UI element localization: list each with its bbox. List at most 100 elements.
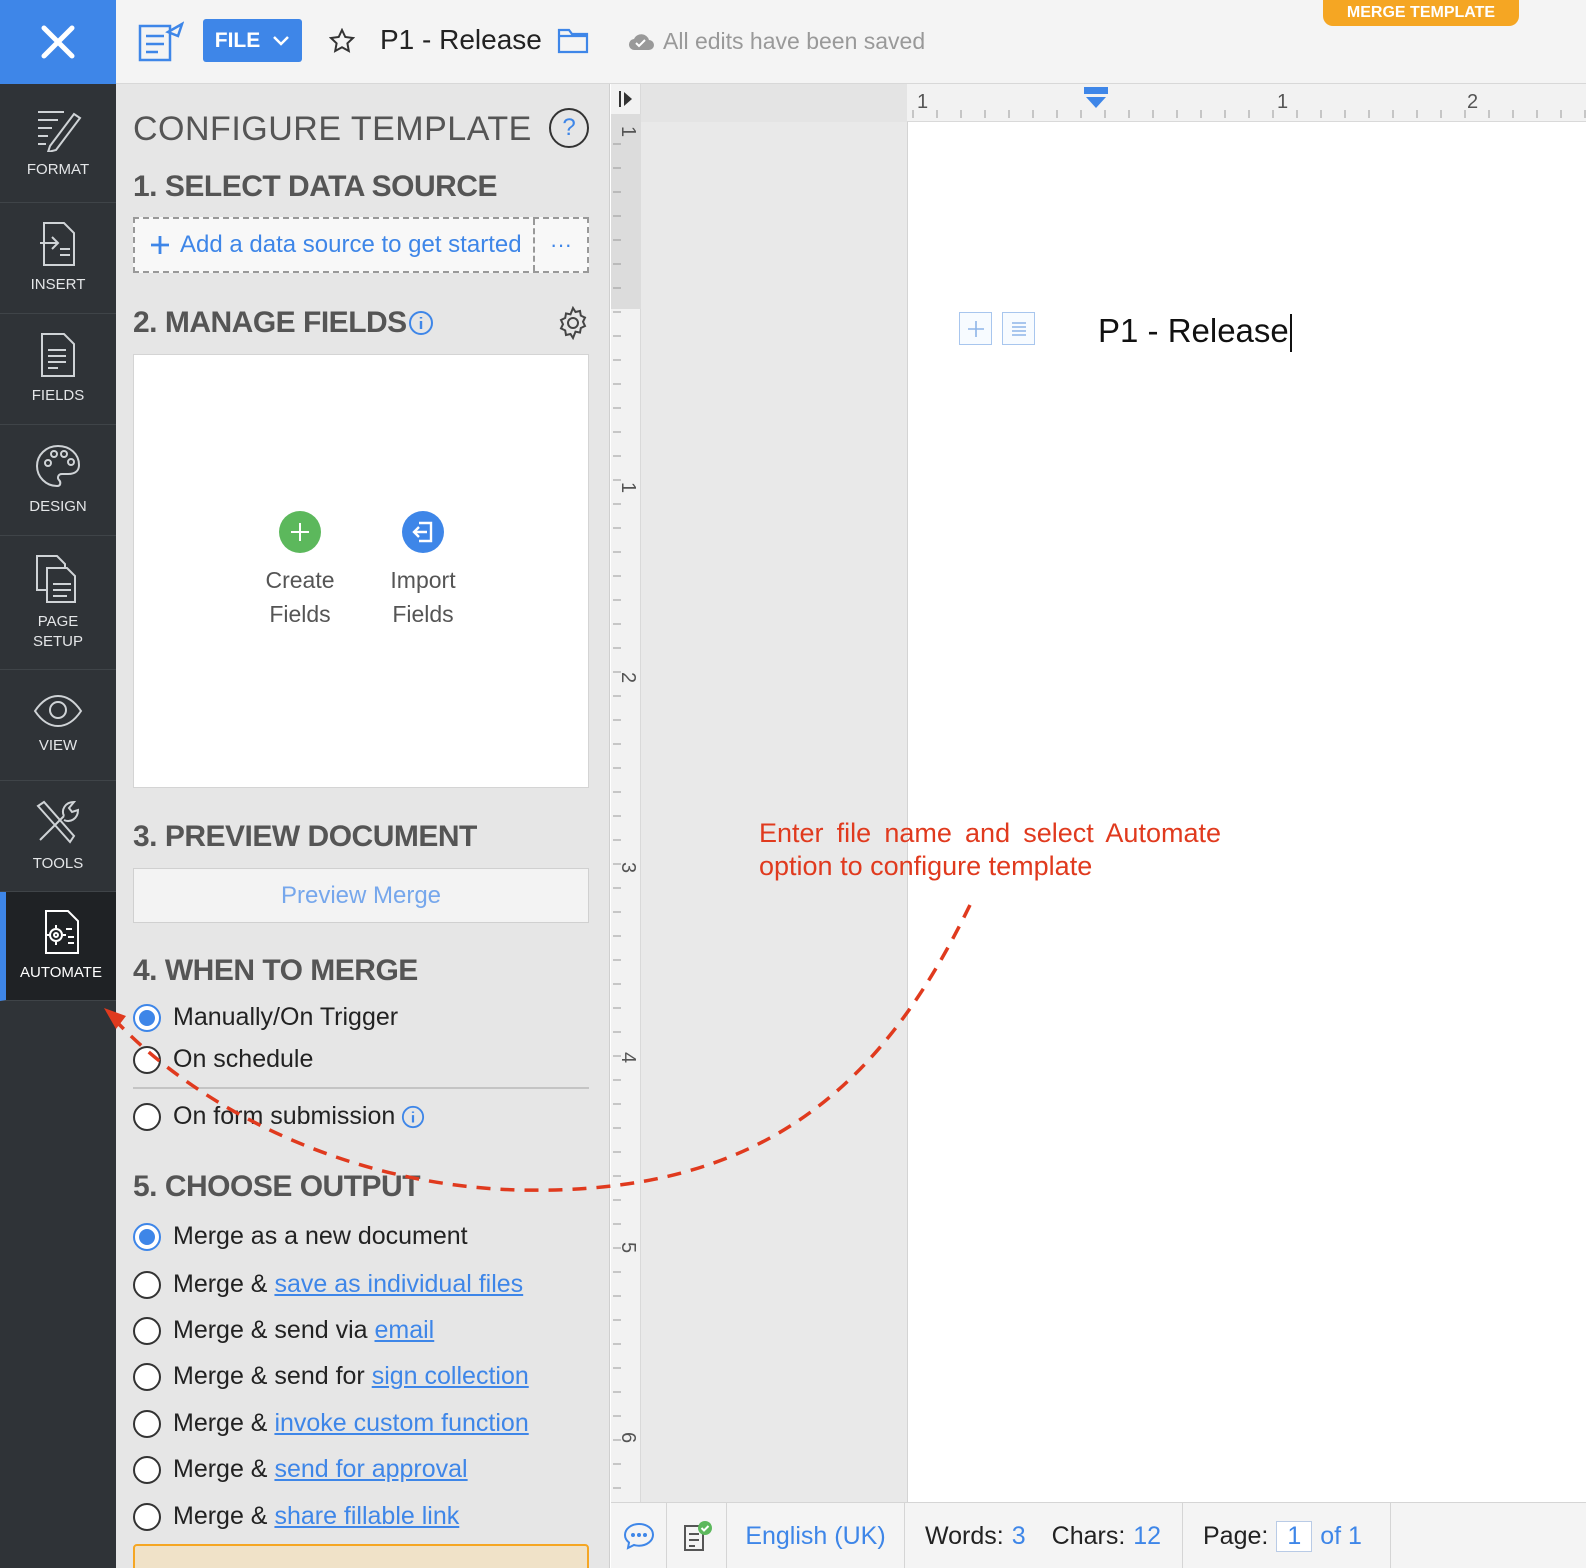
import-fields-button[interactable]: Import Fields [368, 511, 478, 631]
rail-item-label: VIEW [38, 737, 78, 754]
section-heading-manage-fields: 2. MANAGE FIELDS [133, 306, 407, 339]
chars-value: 12 [1133, 1521, 1162, 1550]
info-icon[interactable] [408, 310, 434, 336]
custom-function-link[interactable]: invoke custom function [274, 1409, 528, 1437]
rail-item-label: FORMAT [26, 161, 90, 178]
rail-item-tools[interactable]: TOOLS [0, 781, 116, 892]
radio-merge-individual-files[interactable]: Merge & save as individual files [133, 1270, 523, 1299]
rail-item-automate[interactable]: AUTOMATE [0, 892, 116, 1001]
radio-label: Merge & send for sign collection [173, 1362, 529, 1390]
radio-button[interactable] [133, 1003, 161, 1032]
gear-icon[interactable] [556, 306, 590, 340]
language-selector[interactable]: English (UK) [727, 1503, 905, 1568]
rail-item-page-setup[interactable]: PAGE SETUP [0, 536, 116, 670]
divider [133, 1087, 589, 1089]
page-indicator: Page: 1 of 1 [1183, 1503, 1391, 1568]
horizontal-ruler-ticks: 1 1 2 [912, 91, 1586, 118]
add-data-source-button[interactable]: Add a data source to get started [135, 219, 533, 271]
star-icon[interactable] [329, 28, 355, 54]
close-icon [41, 25, 75, 59]
file-menu-button[interactable]: FILE [203, 19, 302, 62]
comment-icon [623, 1522, 654, 1550]
radio-merge-custom-function[interactable]: Merge & invoke custom function [133, 1409, 529, 1438]
status-bar: English (UK) Words: 3 Chars: 12 Page: 1 … [611, 1502, 1586, 1568]
rail-item-insert[interactable]: INSERT [0, 203, 116, 314]
save-individual-files-link[interactable]: save as individual files [274, 1270, 523, 1298]
tools-icon [36, 800, 80, 844]
section-heading-when-to-merge: 4. WHEN TO MERGE [133, 954, 418, 987]
radio-button[interactable] [133, 1362, 161, 1391]
rail-item-fields[interactable]: FIELDS [0, 314, 116, 425]
radio-merge-send-email[interactable]: Merge & send via email [133, 1316, 434, 1345]
rail-item-label: PAGE SETUP [32, 612, 83, 650]
radio-button[interactable] [133, 1102, 161, 1131]
radio-merge-approval[interactable]: Merge & send for approval [133, 1455, 468, 1484]
document-title[interactable]: P1 - Release [380, 24, 542, 56]
radio-merge-new-document[interactable]: Merge as a new document [133, 1222, 468, 1251]
close-button[interactable] [0, 0, 116, 84]
vertical-ruler: 1 1 2 3 4 5 6 [611, 84, 641, 1502]
palette-icon [35, 444, 81, 488]
radio-label: Manually/On Trigger [173, 1003, 399, 1031]
radio-button[interactable] [133, 1222, 161, 1251]
indent-marker-icon[interactable] [1083, 86, 1109, 110]
radio-button[interactable] [133, 1502, 161, 1531]
horizontal-ruler: 1 1 2 [641, 84, 1586, 122]
fillable-link[interactable]: share fillable link [274, 1502, 459, 1530]
data-source-box: Add a data source to get started ··· [133, 217, 589, 273]
ruler-label: 1 [1277, 91, 1288, 113]
radio-merge-sign-collection[interactable]: Merge & send for sign collection [133, 1362, 529, 1391]
comments-button[interactable] [611, 1503, 667, 1568]
format-pen-icon [38, 111, 82, 152]
ruler-label: 2 [617, 672, 639, 683]
info-icon[interactable] [401, 1105, 425, 1129]
rail-item-format[interactable]: FORMAT [0, 84, 116, 203]
sign-collection-link[interactable]: sign collection [372, 1362, 529, 1390]
create-fields-label: Create Fields [265, 567, 335, 627]
page-number-input[interactable]: 1 [1276, 1520, 1313, 1552]
radio-label: Merge & send for approval [173, 1455, 468, 1483]
rail-item-view[interactable]: VIEW [0, 670, 116, 781]
document-canvas: P1 - Release [641, 122, 1586, 1502]
help-icon[interactable]: ? [549, 108, 589, 148]
ruler-label: 2 [1467, 91, 1478, 113]
radio-manual-trigger[interactable]: Manually/On Trigger [133, 1003, 398, 1032]
preview-merge-button[interactable]: Preview Merge [133, 868, 589, 923]
radio-label: Merge & save as individual files [173, 1270, 524, 1298]
radio-merge-fillable-link[interactable]: Merge & share fillable link [133, 1502, 459, 1531]
folder-icon[interactable] [557, 26, 589, 54]
fields-area: Create Fields Import Fields [133, 354, 589, 788]
radio-button[interactable] [133, 1409, 161, 1438]
paragraph-menu-button[interactable] [1002, 312, 1035, 345]
eye-icon [33, 694, 83, 728]
rail-item-label: AUTOMATE [20, 964, 102, 981]
ruler-label: 3 [617, 862, 639, 873]
radio-label: On form submission [173, 1102, 396, 1130]
radio-button[interactable] [133, 1270, 161, 1299]
send-approval-link[interactable]: send for approval [274, 1455, 467, 1483]
email-link[interactable]: email [375, 1316, 435, 1344]
page-label: Page: [1203, 1521, 1269, 1550]
document-menu-icon[interactable] [138, 20, 184, 62]
left-rail: FORMAT INSERT FIELDS DESIGN PAGE SETUP V… [0, 0, 116, 1568]
radio-button[interactable] [133, 1316, 161, 1345]
radio-button[interactable] [133, 1045, 161, 1074]
document-page[interactable]: P1 - Release [907, 122, 1586, 1502]
more-options-button[interactable]: ··· [533, 219, 587, 271]
radio-on-schedule[interactable]: On schedule [133, 1045, 313, 1074]
ruler-label: 4 [617, 1052, 639, 1063]
rail-item-label: INSERT [30, 276, 86, 293]
rail-item-label: FIELDS [31, 387, 85, 404]
review-button[interactable] [667, 1503, 727, 1568]
page-heading[interactable]: P1 - Release [1098, 312, 1292, 353]
text-caret [1289, 314, 1292, 353]
save-status: All edits have been saved [627, 28, 925, 55]
add-block-button[interactable] [959, 312, 992, 345]
chevron-down-icon [273, 35, 290, 46]
create-fields-button[interactable]: Create Fields [245, 511, 355, 631]
radio-form-submission[interactable]: On form submission [133, 1102, 425, 1131]
rail-item-design[interactable]: DESIGN [0, 425, 116, 536]
language-label: English (UK) [745, 1521, 886, 1550]
radio-button[interactable] [133, 1455, 161, 1484]
section-heading-data-source: 1. SELECT DATA SOURCE [133, 170, 497, 203]
